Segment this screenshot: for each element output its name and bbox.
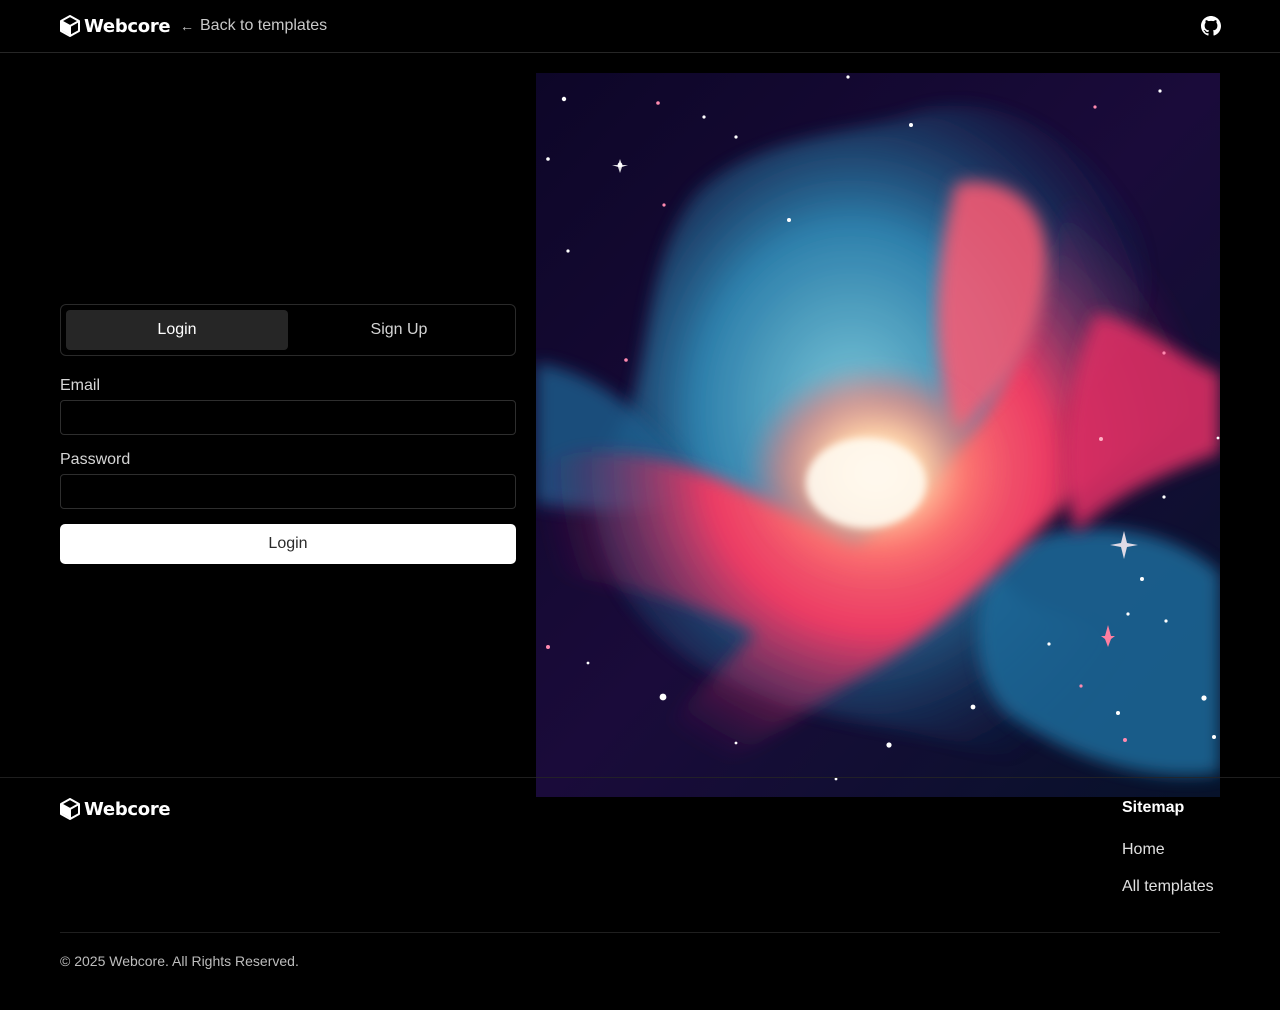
sitemap-link-home[interactable]: Home bbox=[1122, 841, 1214, 859]
tab-sign-up[interactable]: Sign Up bbox=[288, 310, 510, 350]
email-label: Email bbox=[60, 377, 101, 394]
cube-logo-icon bbox=[60, 15, 80, 37]
email-field[interactable] bbox=[60, 400, 516, 435]
password-label: Password bbox=[60, 451, 131, 468]
sitemap-title: Sitemap bbox=[1122, 799, 1185, 816]
sitemap: Sitemap Home All templates bbox=[1122, 799, 1214, 896]
back-link-label: Back to templates bbox=[200, 17, 328, 34]
footer-brand-link[interactable]: Webcore bbox=[60, 798, 171, 820]
password-field[interactable] bbox=[60, 474, 516, 509]
footer-top-border bbox=[0, 777, 1280, 778]
login-button[interactable]: Login bbox=[60, 524, 516, 564]
cube-logo-icon bbox=[60, 798, 80, 820]
nebula-illustration bbox=[536, 73, 1220, 797]
site-header: Webcore ← Back to templates bbox=[0, 0, 1280, 53]
sitemap-link-all-templates[interactable]: All templates bbox=[1122, 878, 1214, 896]
back-to-templates-link[interactable]: ← Back to templates bbox=[180, 17, 327, 35]
tab-login[interactable]: Login bbox=[66, 310, 288, 350]
arrow-left-icon: ← bbox=[180, 18, 194, 34]
copyright-text: © 2025 Webcore. All Rights Reserved. bbox=[60, 953, 299, 969]
nebula-artwork bbox=[536, 73, 1220, 797]
github-icon[interactable] bbox=[1201, 16, 1221, 36]
footer-divider bbox=[60, 932, 1220, 933]
brand-name: Webcore bbox=[84, 15, 171, 37]
header-brand-link[interactable]: Webcore bbox=[60, 15, 171, 37]
auth-tabs: Login Sign Up bbox=[60, 304, 516, 356]
brand-name: Webcore bbox=[84, 798, 171, 820]
auth-panel: Login Sign Up Email Password Login bbox=[60, 304, 516, 564]
